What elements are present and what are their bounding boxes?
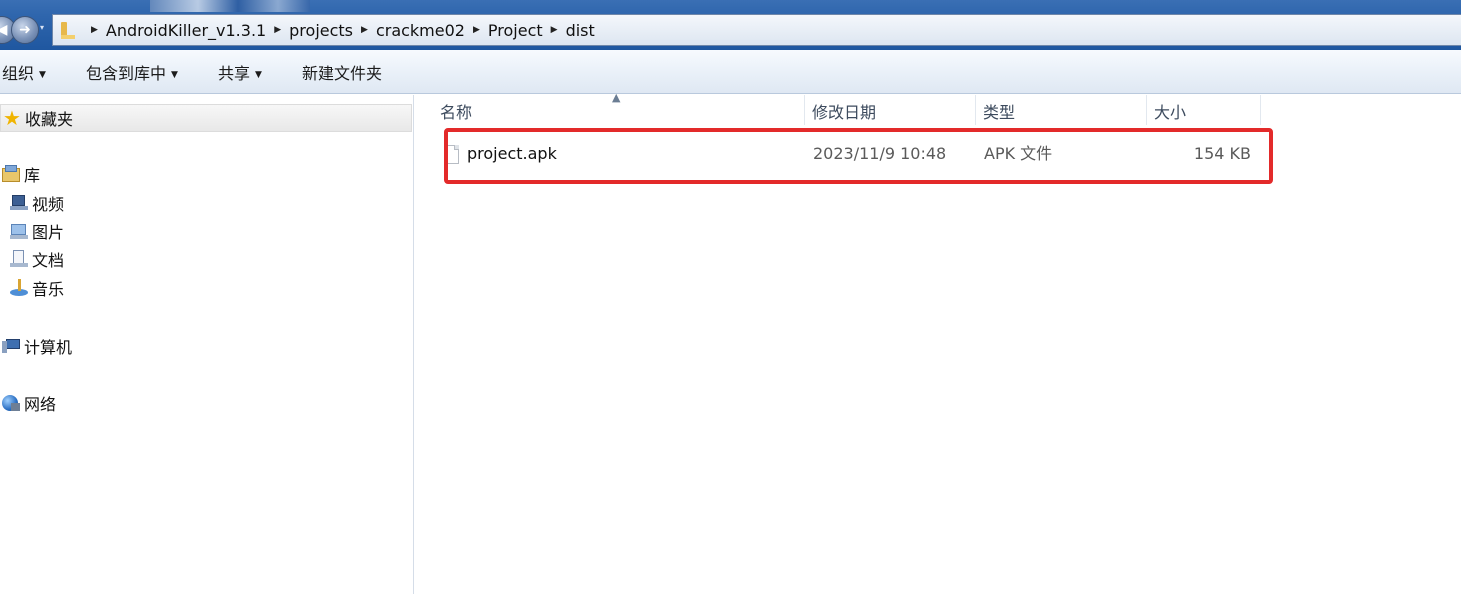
share-label: 共享 <box>218 64 251 83</box>
breadcrumb-item[interactable]: dist <box>566 21 595 40</box>
nav-network[interactable]: 网络 <box>2 391 56 415</box>
pictures-library-icon <box>10 222 28 240</box>
network-icon <box>2 394 20 412</box>
address-bar-frame: ◀ ➜ ▾ ▶ AndroidKiller_v1.3.1 ▶ projects … <box>0 0 1461 50</box>
breadcrumb: ▶ AndroidKiller_v1.3.1 ▶ projects ▶ crac… <box>83 15 595 45</box>
include-in-library-button[interactable]: 包含到库中 ▼ <box>86 60 178 83</box>
video-library-icon <box>10 194 28 212</box>
file-modified: 2023/11/9 10:48 <box>813 144 947 163</box>
sort-ascending-icon: ▲ <box>612 91 621 104</box>
breadcrumb-item[interactable]: AndroidKiller_v1.3.1 <box>106 21 266 40</box>
breadcrumb-chevron-icon[interactable]: ▶ <box>473 25 480 35</box>
navigation-pane: ★ 收藏夹 库 视频 图片 文档 音乐 计算机 网络 <box>0 95 414 594</box>
breadcrumb-item[interactable]: projects <box>289 21 353 40</box>
nav-library-videos[interactable]: 视频 <box>10 191 64 215</box>
nav-library-label: 图片 <box>32 223 65 242</box>
nav-favorites-label: 收藏夹 <box>25 110 74 129</box>
column-divider[interactable] <box>1146 95 1147 125</box>
nav-library-pictures[interactable]: 图片 <box>10 219 64 243</box>
breadcrumb-item[interactable]: Project <box>488 21 543 40</box>
column-header-modified[interactable]: 修改日期 <box>812 95 876 125</box>
nav-computer[interactable]: 计算机 <box>2 334 72 358</box>
nav-library-label: 视频 <box>32 195 65 214</box>
column-divider[interactable] <box>975 95 976 125</box>
window-decoration <box>150 0 310 12</box>
address-bar[interactable]: ▶ AndroidKiller_v1.3.1 ▶ projects ▶ crac… <box>52 14 1461 46</box>
documents-library-icon <box>10 250 28 268</box>
command-toolbar: 组织 ▼ 包含到库中 ▼ 共享 ▼ 新建文件夹 <box>0 50 1461 94</box>
column-header-type[interactable]: 类型 <box>983 95 1015 125</box>
nav-libraries[interactable]: 库 <box>2 162 40 186</box>
nav-libraries-label: 库 <box>24 166 41 185</box>
column-divider[interactable] <box>1260 95 1261 125</box>
recent-pages-dropdown[interactable]: ▾ <box>40 24 48 32</box>
star-icon: ★ <box>3 106 21 130</box>
nav-library-documents[interactable]: 文档 <box>10 247 64 271</box>
column-header-size[interactable]: 大小 <box>1154 95 1186 125</box>
libraries-icon <box>2 165 20 183</box>
dropdown-caret-icon: ▼ <box>171 70 178 80</box>
file-type: APK 文件 <box>984 144 1053 163</box>
new-folder-button[interactable]: 新建文件夹 <box>302 60 383 83</box>
breadcrumb-chevron-icon[interactable]: ▶ <box>551 25 558 35</box>
breadcrumb-chevron-icon[interactable]: ▶ <box>361 25 368 35</box>
music-library-icon <box>10 279 28 297</box>
new-folder-label: 新建文件夹 <box>302 64 383 83</box>
folder-icon <box>59 20 75 40</box>
file-icon <box>445 145 459 164</box>
nav-network-label: 网络 <box>24 395 57 414</box>
organize-label: 组织 <box>2 64 35 83</box>
nav-computer-label: 计算机 <box>24 338 73 357</box>
nav-library-label: 文档 <box>32 251 65 270</box>
breadcrumb-item[interactable]: crackme02 <box>376 21 465 40</box>
column-divider[interactable] <box>804 95 805 125</box>
file-size: 154 KB <box>1193 144 1251 163</box>
dropdown-caret-icon: ▼ <box>39 70 46 80</box>
include-library-label: 包含到库中 <box>86 64 167 83</box>
column-header-name[interactable]: 名称 <box>440 95 472 125</box>
nav-library-label: 音乐 <box>32 280 65 299</box>
file-list-pane: ▲ 名称 修改日期 类型 大小 project.apk 2023/11/9 10… <box>415 91 1461 594</box>
breadcrumb-chevron-icon[interactable]: ▶ <box>274 25 281 35</box>
file-name[interactable]: project.apk <box>467 143 557 165</box>
dropdown-caret-icon: ▼ <box>255 70 262 80</box>
computer-icon <box>2 337 20 355</box>
organize-button[interactable]: 组织 ▼ <box>2 60 46 83</box>
forward-button[interactable]: ➜ <box>11 16 39 44</box>
breadcrumb-chevron-icon[interactable]: ▶ <box>91 25 98 35</box>
nav-favorites[interactable]: ★ 收藏夹 <box>0 104 412 132</box>
share-button[interactable]: 共享 ▼ <box>218 60 262 83</box>
nav-library-music[interactable]: 音乐 <box>10 276 64 300</box>
